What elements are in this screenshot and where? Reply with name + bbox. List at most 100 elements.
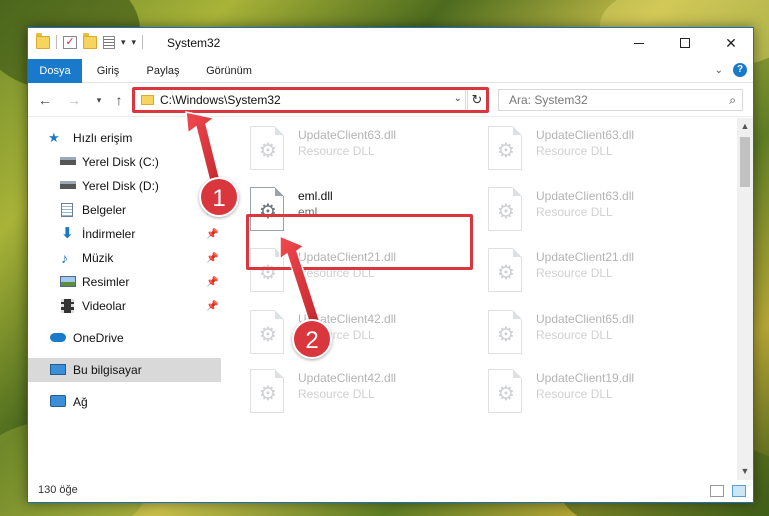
gear-icon: ⚙ bbox=[259, 324, 277, 346]
checkmark-icon[interactable]: ✓ bbox=[63, 35, 77, 49]
sidebar-item-label: Yerel Disk (D:) bbox=[82, 179, 159, 193]
file-description: Resource DLL bbox=[536, 205, 613, 219]
details-view-icon[interactable] bbox=[710, 485, 724, 497]
sidebar-item-label: Videolar bbox=[82, 299, 126, 313]
file-item[interactable]: ⚙ UpdateClient63.dll Resource DLL bbox=[250, 126, 470, 180]
file-name: UpdateClient42.dll bbox=[298, 371, 397, 385]
address-highlight bbox=[132, 87, 489, 113]
file-name: UpdateClient63.dll bbox=[298, 128, 397, 142]
file-item[interactable]: ⚙ UpdateClient63.dll Resource DLL bbox=[488, 187, 708, 241]
properties-icon[interactable] bbox=[103, 35, 115, 49]
sidebar-item-label: Bu bilgisayar bbox=[73, 363, 142, 377]
dll-file-icon: ⚙ bbox=[250, 126, 284, 170]
sidebar-item-label: OneDrive bbox=[73, 331, 124, 345]
help-icon[interactable]: ? bbox=[733, 63, 747, 77]
recent-locations-button[interactable]: ▾ bbox=[90, 91, 108, 109]
new-folder-icon[interactable] bbox=[83, 32, 97, 49]
file-item[interactable]: ⚙ UpdateClient42.dll Resource DLL bbox=[250, 369, 470, 423]
file-description: Resource DLL bbox=[536, 144, 613, 158]
sidebar-item-quick-access[interactable]: ★ Hızlı erişim bbox=[28, 126, 221, 150]
gear-icon: ⚙ bbox=[497, 324, 515, 346]
scroll-down-icon[interactable]: ▼ bbox=[737, 463, 753, 480]
pin-icon[interactable]: 📌 bbox=[206, 277, 218, 288]
file-name: UpdateClient63.dll bbox=[536, 128, 635, 142]
back-arrow-icon: ← bbox=[38, 92, 52, 108]
scrollbar-thumb[interactable] bbox=[740, 137, 750, 187]
up-button[interactable]: ↑ bbox=[110, 91, 128, 109]
sidebar-item-downloads[interactable]: ⬇ İndirmeler 📌 bbox=[28, 222, 221, 246]
drive-icon bbox=[60, 181, 76, 189]
folder-icon[interactable] bbox=[36, 32, 50, 49]
dll-file-icon: ⚙ bbox=[250, 310, 284, 354]
forward-button[interactable]: → bbox=[65, 91, 83, 109]
gear-icon: ⚙ bbox=[259, 383, 277, 405]
sidebar-item-local-disk-c[interactable]: Yerel Disk (C:) bbox=[28, 150, 221, 174]
file-description: Resource DLL bbox=[298, 144, 375, 158]
toolbar-divider bbox=[142, 35, 144, 49]
sidebar-item-documents[interactable]: Belgeler 📌 bbox=[28, 198, 221, 222]
title-bar: ✓ ▾ ▾ System32 ✕ bbox=[28, 28, 753, 58]
file-item[interactable]: ⚙ UpdateClient19.dll Resource DLL bbox=[488, 369, 708, 423]
sidebar-item-label: Müzik bbox=[82, 251, 114, 265]
tab-file[interactable]: Dosya bbox=[28, 59, 82, 83]
scroll-up-icon[interactable]: ▲ bbox=[737, 118, 753, 135]
chevron-down-icon[interactable]: ▾ bbox=[121, 37, 126, 48]
expand-ribbon-icon[interactable]: ⌄ bbox=[715, 65, 723, 76]
sidebar-item-onedrive[interactable]: OneDrive bbox=[28, 326, 221, 350]
sidebar-item-videos[interactable]: Videolar 📌 bbox=[28, 294, 221, 318]
navigation-bar: ← → ▾ ↑ C:\Windows\System32 ⌄ ↻ Ara: Sys… bbox=[28, 85, 753, 117]
search-input[interactable]: Ara: System32 bbox=[509, 93, 588, 107]
sidebar-item-music[interactable]: ♪ Müzik 📌 bbox=[28, 246, 221, 270]
file-description: Resource DLL bbox=[536, 387, 613, 401]
dll-file-icon: ⚙ bbox=[488, 369, 522, 413]
minimize-button[interactable] bbox=[616, 28, 662, 58]
maximize-button[interactable] bbox=[662, 28, 708, 58]
sidebar-item-local-disk-d[interactable]: Yerel Disk (D:) bbox=[28, 174, 221, 198]
music-icon: ♪ bbox=[61, 250, 68, 266]
maximize-icon bbox=[680, 38, 690, 48]
file-description: Resource DLL bbox=[536, 328, 613, 342]
dll-file-icon: ⚙ bbox=[488, 310, 522, 354]
sidebar-item-pictures[interactable]: Resimler 📌 bbox=[28, 270, 221, 294]
ribbon-controls: ⌄ ? bbox=[715, 63, 747, 77]
pin-icon[interactable]: 📌 bbox=[206, 229, 218, 240]
network-icon bbox=[50, 395, 66, 407]
sidebar-item-network[interactable]: Ağ bbox=[28, 390, 221, 414]
file-description: Resource DLL bbox=[536, 266, 613, 280]
tab-share[interactable]: Paylaş bbox=[136, 59, 190, 83]
search-box[interactable]: Ara: System32 ⌕ bbox=[498, 89, 743, 111]
back-button[interactable]: ← bbox=[36, 91, 54, 109]
file-description: Resource DLL bbox=[298, 387, 375, 401]
pin-icon[interactable]: 📌 bbox=[206, 253, 218, 264]
close-icon: ✕ bbox=[725, 34, 737, 51]
dll-file-icon: ⚙ bbox=[488, 248, 522, 292]
sidebar-item-label: İndirmeler bbox=[82, 227, 136, 241]
explorer-window: ✓ ▾ ▾ System32 ✕ Dosya Giriş Paylaş Görü… bbox=[27, 27, 754, 503]
up-arrow-icon: ↑ bbox=[115, 92, 123, 108]
sidebar-item-this-pc[interactable]: Bu bilgisayar bbox=[28, 358, 221, 382]
gear-icon: ⚙ bbox=[259, 140, 277, 162]
file-item[interactable]: ⚙ UpdateClient65.dll Resource DLL bbox=[488, 310, 708, 364]
vertical-scrollbar[interactable]: ▲ ▼ bbox=[737, 118, 753, 480]
dll-file-icon: ⚙ bbox=[488, 126, 522, 170]
quick-access-toolbar: ✓ ▾ ▾ bbox=[36, 32, 144, 49]
file-item[interactable]: ⚙ UpdateClient42.dll Resource DLL bbox=[250, 310, 470, 364]
sidebar-item-label: Yerel Disk (C:) bbox=[82, 155, 159, 169]
file-name: UpdateClient21.dll bbox=[536, 250, 635, 264]
drive-icon bbox=[60, 157, 76, 165]
file-item[interactable]: ⚙ UpdateClient63.dll Resource DLL bbox=[488, 126, 708, 180]
close-button[interactable]: ✕ bbox=[708, 28, 754, 58]
file-name: UpdateClient65.dll bbox=[536, 312, 635, 326]
dll-file-icon: ⚙ bbox=[488, 187, 522, 231]
file-item[interactable]: ⚙ UpdateClient21.dll Resource DLL bbox=[488, 248, 708, 302]
tab-home[interactable]: Giriş bbox=[86, 59, 130, 83]
item-count: 130 öğe bbox=[38, 484, 78, 496]
gear-icon: ⚙ bbox=[497, 201, 515, 223]
file-name: eml.dll bbox=[298, 189, 333, 203]
pin-icon[interactable]: 📌 bbox=[206, 301, 218, 312]
tiles-view-icon[interactable] bbox=[732, 485, 746, 497]
step-badge-2: 2 bbox=[292, 319, 332, 359]
customize-toolbar-icon[interactable]: ▾ bbox=[132, 37, 137, 48]
pictures-icon bbox=[60, 276, 76, 287]
tab-view[interactable]: Görünüm bbox=[196, 59, 262, 83]
